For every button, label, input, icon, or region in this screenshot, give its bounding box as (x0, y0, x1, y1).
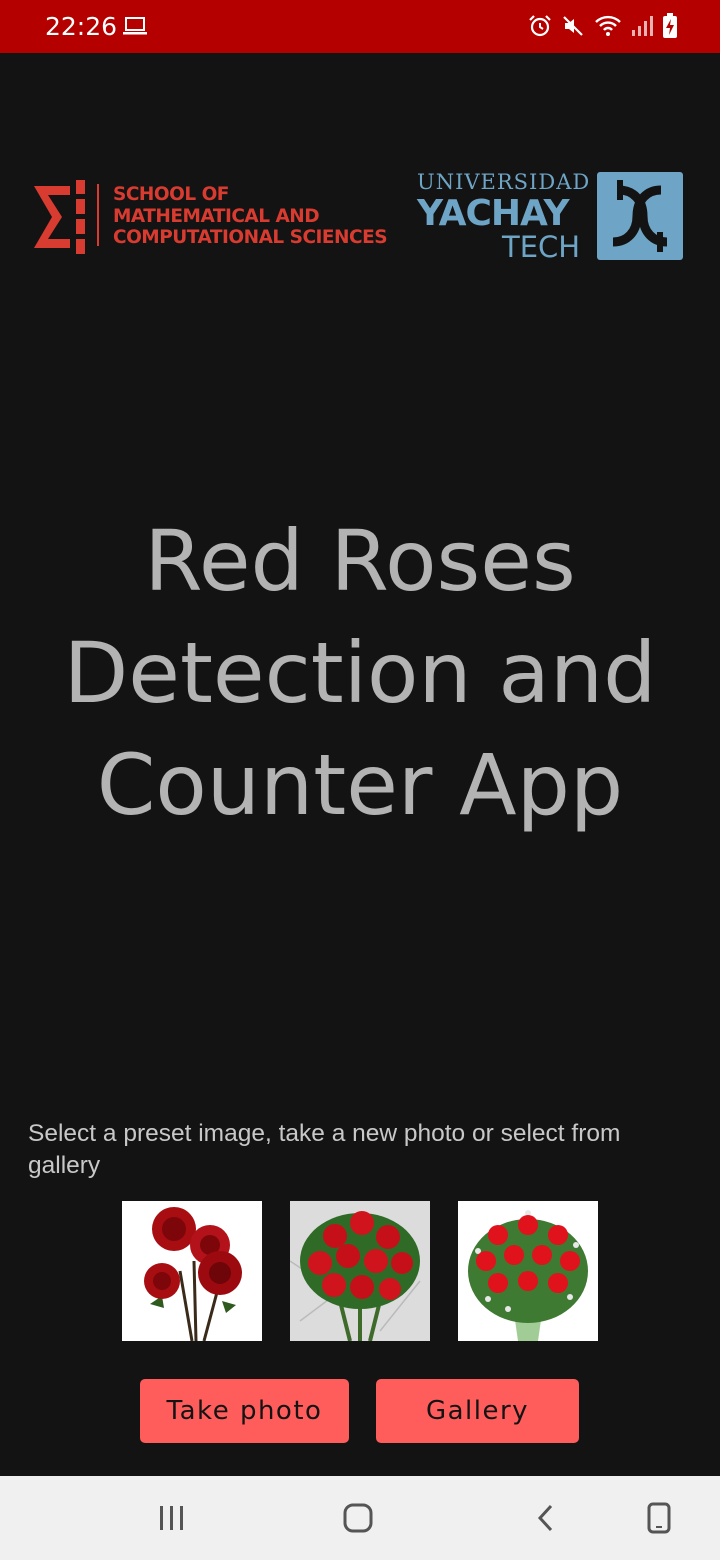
title-line-2: Detection and (63, 624, 657, 722)
mute-icon (561, 14, 585, 43)
rotate-icon[interactable] (614, 1476, 704, 1560)
rose-bouquet-marble-image (290, 1211, 421, 1341)
preset-image-3[interactable] (458, 1201, 598, 1341)
yachay-line-1: UNIVERSIDAD (417, 170, 591, 194)
gallery-button[interactable]: Gallery (376, 1379, 579, 1443)
laptop-icon (123, 16, 149, 41)
status-icons (528, 13, 678, 44)
yachay-line-2: YACHAY (417, 193, 570, 234)
battery-charging-icon (662, 13, 678, 44)
home-icon[interactable] (313, 1476, 403, 1560)
preset-image-1[interactable] (122, 1201, 262, 1341)
app-title: Red Roses Detection and Counter App (0, 505, 720, 841)
preset-images (122, 1201, 598, 1341)
alarm-icon (528, 14, 552, 43)
instructions-text: Select a preset image, take a new photo … (28, 1120, 621, 1179)
back-icon[interactable] (501, 1476, 591, 1560)
rose-bouquet-small-image (144, 1207, 242, 1341)
signal-icon (631, 15, 653, 42)
title-line-1: Red Roses (144, 512, 576, 610)
school-line-1: SCHOOL OF (113, 184, 229, 205)
sigma-logo-icon (30, 180, 88, 259)
navigation-bar (0, 1476, 720, 1560)
school-name: SCHOOL OF MATHEMATICAL AND COMPUTATIONAL… (113, 184, 388, 249)
status-bar: 22:26 (0, 0, 720, 53)
recent-apps-icon[interactable] (127, 1476, 217, 1560)
rose-vase-image (468, 1210, 588, 1341)
wifi-icon (594, 14, 622, 43)
logo-divider (97, 184, 99, 246)
yachay-line-3: TECH (502, 230, 581, 264)
yachay-mark-icon (597, 172, 683, 265)
preset-image-2[interactable] (290, 1201, 430, 1341)
take-photo-button[interactable]: Take photo (140, 1379, 349, 1443)
school-line-2: MATHEMATICAL AND (113, 205, 320, 227)
status-time: 22:26 (45, 12, 118, 41)
school-line-3: COMPUTATIONAL SCIENCES (113, 227, 388, 248)
title-line-3: Counter App (96, 736, 624, 834)
